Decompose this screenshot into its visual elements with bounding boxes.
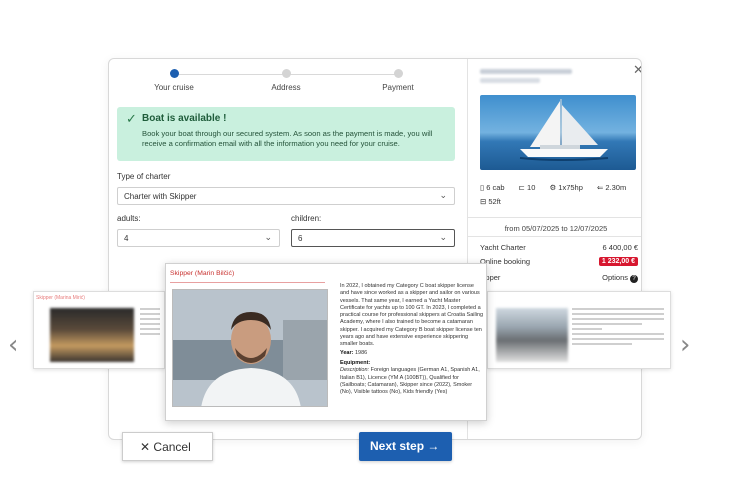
chevron-left-icon[interactable]: ‹ — [8, 330, 18, 360]
skipper-title: Skipper (Marin Bilčić) — [170, 270, 235, 277]
engine-spec: ⚙ 1x75hp — [549, 183, 583, 192]
skipper-card-prev[interactable]: Skipper (Marina Mirić) — [33, 291, 165, 369]
arrow-right-icon: → — [427, 439, 440, 453]
next-step-button[interactable]: Next step → — [359, 432, 452, 461]
boat-specs: ▯ 6 cab ⊏ 10 ⚙ 1x75hp ⇐ 2.30m ⊟ 52ft — [480, 181, 640, 209]
boat-location-blurred — [480, 78, 540, 83]
charter-type-select[interactable]: Charter with Skipper ⌄ — [117, 187, 455, 205]
step-address[interactable]: Address — [251, 69, 321, 92]
options-link[interactable]: Options? — [602, 273, 638, 283]
close-icon: ✕ — [140, 440, 151, 454]
chevron-down-icon: ⌄ — [439, 190, 447, 200]
draft-spec: ⇐ 2.30m — [597, 183, 627, 192]
skipper-photo-prev — [50, 308, 134, 362]
step-dot — [393, 69, 403, 78]
step-dot — [281, 69, 291, 78]
price-label: Yacht Charter — [480, 243, 526, 252]
side-card-text-lines — [140, 308, 160, 338]
boat-summary-column: ▯ 6 cab ⊏ 10 ⚙ 1x75hp ⇐ 2.30m ⊟ 52ft fro… — [467, 59, 641, 439]
sailboat-illustration — [519, 99, 609, 161]
price-row-charter: Yacht Charter 6 400,00 € — [480, 243, 638, 252]
berths-spec: ⊏ 10 — [518, 183, 536, 192]
chevron-down-icon: ⌄ — [439, 232, 447, 242]
question-icon[interactable]: ? — [630, 275, 638, 283]
step-label: Payment — [382, 83, 414, 92]
booking-stage: ✕ Your cruise Address Payment ✓ — [0, 0, 750, 500]
adults-label: adults: — [117, 214, 141, 223]
step-dot-active — [169, 69, 179, 78]
price-row-skipper: kipper Options? — [480, 273, 638, 283]
step-your-cruise[interactable]: Your cruise — [139, 69, 209, 92]
length-spec: ⊟ 52ft — [480, 197, 501, 206]
children-label: children: — [291, 214, 322, 223]
online-booking-badge: 1 232,00 € — [598, 257, 638, 266]
availability-text: Book your boat through our secured syste… — [142, 129, 433, 148]
skipper-card-next[interactable] — [487, 291, 671, 369]
cancel-label: Cancel — [153, 440, 191, 454]
adults-select[interactable]: 4 ⌄ — [117, 229, 280, 247]
booking-stepper: Your cruise Address Payment — [139, 69, 439, 99]
step-payment[interactable]: Payment — [363, 69, 433, 92]
chevron-right-icon[interactable]: › — [680, 330, 690, 360]
cabins-spec: ▯ 6 cab — [480, 183, 505, 192]
skipper-portrait — [173, 290, 327, 406]
price-value: 6 400,00 € — [602, 243, 638, 252]
chevron-down-icon: ⌄ — [264, 232, 272, 242]
cancel-button[interactable]: ✕ Cancel — [122, 432, 213, 461]
skipper-photo-next — [496, 308, 568, 362]
price-row-online-booking: Online booking 1 232,00 € — [480, 257, 638, 266]
skipper-title-rule — [170, 282, 325, 283]
skipper-description: Description: Foreign languages (German A… — [340, 367, 480, 396]
price-label: Online booking — [480, 257, 531, 266]
skipper-photo — [172, 289, 328, 407]
charter-type-label: Type of charter — [117, 172, 171, 181]
skipper-bio: In 2022, I obtained my Category C boat s… — [340, 283, 484, 348]
availability-banner: ✓ Boat is available ! Book your boat thr… — [117, 107, 455, 161]
children-value: 6 — [298, 234, 303, 243]
skipper-year: Year: 1986 — [340, 349, 368, 356]
adults-value: 4 — [124, 234, 129, 243]
side-card-text-lines — [572, 308, 664, 348]
side-card-title: Skipper (Marina Mirić) — [36, 295, 85, 301]
charter-dates: from 05/07/2025 to 12/07/2025 — [468, 217, 641, 237]
check-icon: ✓ — [126, 111, 137, 126]
availability-title: Boat is available ! — [142, 113, 227, 124]
boat-photo — [480, 95, 636, 170]
skipper-details: In 2022, I obtained my Category C boat s… — [340, 283, 484, 396]
boat-name-blurred — [480, 69, 572, 74]
skipper-equipment-label: Equipment: — [340, 359, 371, 366]
step-label: Your cruise — [154, 83, 194, 92]
step-label: Address — [271, 83, 301, 92]
charter-type-value: Charter with Skipper — [124, 192, 197, 201]
next-step-label: Next step — [370, 439, 425, 453]
children-select[interactable]: 6 ⌄ — [291, 229, 455, 247]
skipper-card: Skipper (Marin Bilčić) In 2022, I obtain… — [165, 263, 487, 421]
